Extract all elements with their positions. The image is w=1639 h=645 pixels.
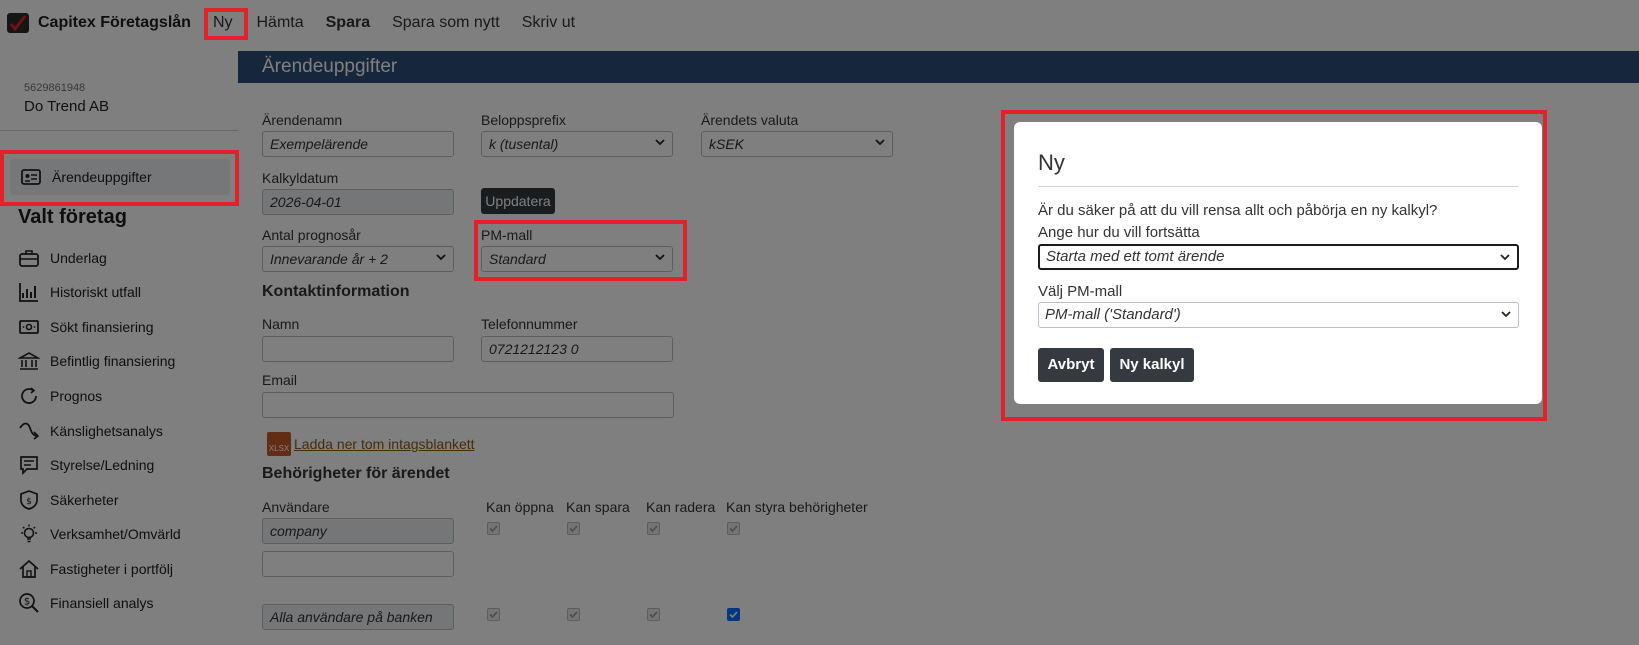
highlight-nav-new bbox=[204, 8, 248, 40]
highlight-pm-template bbox=[474, 220, 687, 281]
highlight-sidebar-active bbox=[0, 150, 239, 206]
highlight-dialog bbox=[1001, 110, 1547, 421]
